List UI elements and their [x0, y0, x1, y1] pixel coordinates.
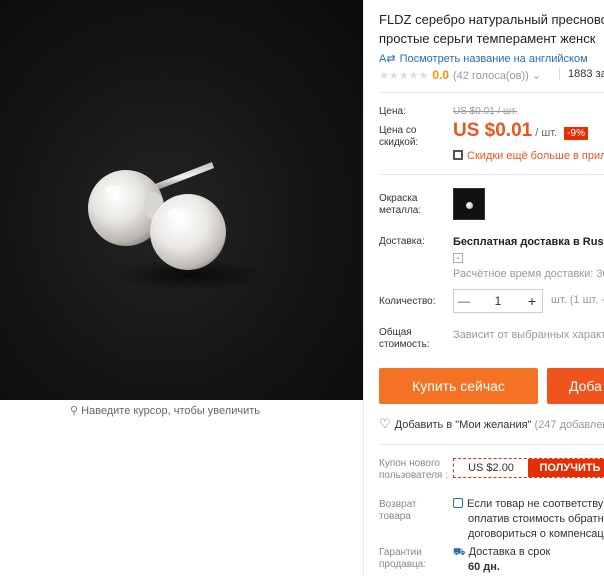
add-to-cart-button[interactable]: Доба: [547, 368, 604, 404]
divider: [379, 444, 604, 445]
decrease-button[interactable]: —: [454, 294, 474, 308]
translate-title-link[interactable]: A⇄ Посмотреть название на английском: [379, 52, 588, 65]
chevron-down-icon: ⌄: [531, 70, 542, 82]
quantity-unit: шт. (1 шт. -: [551, 294, 604, 306]
orders-count: 1883 за: [559, 68, 604, 80]
discount-price-label: Цена со скидкой:: [379, 125, 419, 148]
discount-badge: -9%: [564, 127, 588, 140]
delivery-estimate: Расчётное время доставки: 30: [453, 268, 604, 280]
product-info-panel: FLDZ серебро натуральный пресновод прост…: [379, 0, 604, 576]
pearl-thumbnail-icon: [466, 202, 473, 209]
wishlist-count: (247 добавлен: [534, 419, 604, 431]
increase-button[interactable]: +: [522, 293, 542, 309]
divider: [379, 92, 604, 93]
truck-icon: ⛟: [453, 547, 466, 558]
rating-row[interactable]: ★★★★★ 0.0 (42 голоса(ов)) ⌄: [379, 68, 541, 82]
shipping-dropdown[interactable]: ⌄: [453, 250, 463, 263]
qr-code-icon: [453, 150, 463, 160]
buy-now-button[interactable]: Купить сейчас: [379, 368, 538, 404]
old-price: US $0.01 / шт.: [453, 106, 518, 117]
coupon-amount: US $2.00: [468, 462, 514, 474]
star-rating-icon: ★★★★★: [379, 70, 429, 82]
rating-score: 0.0: [432, 68, 449, 82]
shipping-label: Доставка:: [379, 236, 425, 247]
divider: [379, 174, 604, 175]
magnifier-icon: ⚲: [70, 405, 79, 417]
total-label: Общая стоимость:: [379, 327, 430, 350]
get-coupon-button[interactable]: ПОЛУЧИТЬ: [528, 459, 604, 477]
returns-label: Возврат товара: [379, 499, 417, 522]
product-title: FLDZ серебро натуральный пресновод прост…: [379, 12, 604, 46]
heart-icon: ♡: [379, 416, 391, 431]
rating-votes: (42 голоса(ов)): [453, 70, 529, 82]
zoom-hint: ⚲ Наведите курсор, чтобы увеличить: [70, 405, 260, 417]
shipping-method: Бесплатная доставка в Russ: [453, 236, 604, 248]
quantity-stepper: — 1 +: [453, 289, 543, 313]
add-to-wishlist-link[interactable]: ♡ Добавить в "Мои желания" (247 добавлен: [379, 416, 604, 432]
divider: [363, 0, 364, 576]
coupon-label: Купон нового пользователя :: [379, 458, 448, 481]
price-label: Цена:: [379, 106, 406, 117]
shield-icon: [453, 498, 463, 508]
pearl-earrings-image: [88, 162, 265, 291]
quantity-input[interactable]: 1: [474, 294, 522, 308]
chevron-down-icon: ⌄: [453, 253, 463, 263]
product-photo[interactable]: [0, 0, 363, 400]
new-user-coupon: US $2.00 ПОЛУЧИТЬ: [453, 458, 604, 478]
guarantee-label: Гарантии продавца:: [379, 547, 427, 570]
translate-icon: A⇄: [379, 53, 396, 65]
color-swatch[interactable]: [453, 188, 485, 220]
quantity-label: Количество:: [379, 296, 436, 307]
app-promo-link[interactable]: Скидки ещё больше в прил: [453, 150, 604, 162]
current-price: US $0.01 / шт. -9%: [453, 120, 588, 142]
metal-color-label: Окраска металла:: [379, 193, 422, 216]
seller-guarantee: ⛟ Доставка в срок 60 дн.: [453, 546, 551, 573]
total-value: Зависит от выбранных характ: [453, 329, 604, 341]
returns-policy: Если товар не соответству оплатив стоимо…: [453, 497, 604, 542]
